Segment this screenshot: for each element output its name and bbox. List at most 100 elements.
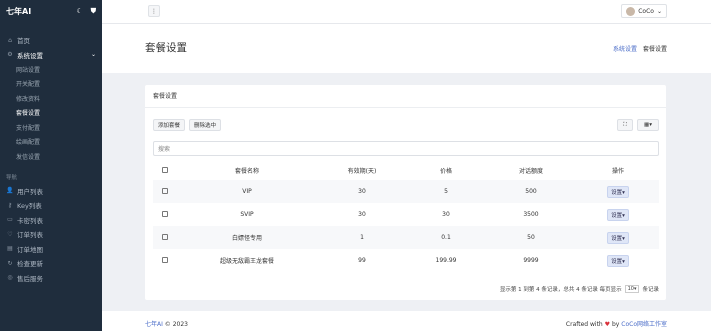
sidebar-item-users[interactable]: 👤 用户列表 — [0, 184, 102, 199]
plan-name: VIP — [242, 188, 252, 195]
row-checkbox[interactable] — [162, 256, 168, 263]
columns-button[interactable]: ▦▾ — [637, 119, 659, 131]
sidebar-item-order-map[interactable]: ▤ 订单地图 — [0, 242, 102, 257]
key-icon: ⚷ — [7, 201, 13, 209]
row-actions: 设置▾ — [577, 226, 659, 249]
sidebar-item-update[interactable]: ↻ 检查更新 — [0, 256, 102, 271]
sidebar-item-cards[interactable]: ▭ 卡密列表 — [0, 213, 102, 228]
settings-dropdown-button[interactable]: 设置▾ — [607, 208, 629, 221]
sidebar-subitem-payment[interactable]: 支付配置 — [0, 120, 102, 135]
footer-credit-prefix: Crafted with — [565, 321, 603, 328]
settings-label: 设置 — [611, 235, 623, 242]
sidebar-section-label: 导航 — [6, 174, 18, 181]
settings-label: 设置 — [611, 212, 623, 219]
sidebar-subitem-switch[interactable]: 开关配置 — [0, 77, 102, 92]
sidebar-item-label: 售后服务 — [17, 274, 43, 283]
avatar — [626, 6, 636, 16]
breadcrumb: 系统设置 套餐设置 — [613, 44, 667, 53]
refresh-icon: ↻ — [7, 259, 13, 267]
column-header: 操作 — [611, 168, 624, 175]
search-input[interactable]: 搜索 — [153, 141, 659, 156]
sidebar-item-system-settings[interactable]: ⚙ 系统设置 ⌄ — [0, 48, 102, 63]
map-icon: ▤ — [7, 245, 13, 253]
table-row: 白嫖怪专用 1 0.1 50 设置▾ — [153, 226, 659, 249]
gear-icon: ⚙ — [7, 51, 13, 59]
heart-icon: ♡ — [7, 230, 13, 238]
chevron-down-icon: ⌄ — [656, 7, 662, 15]
plan-days: 30 — [358, 188, 366, 195]
plan-price: 0.1 — [441, 234, 451, 241]
sidebar-item-label: 订单列表 — [17, 231, 43, 240]
brand-name: 七年AI — [6, 6, 32, 16]
plan-days: 99 — [358, 257, 366, 264]
sidebar-item-orders[interactable]: ♡ 订单列表 — [0, 227, 102, 242]
select-all-checkbox[interactable] — [162, 166, 168, 173]
row-select-cell — [153, 203, 177, 226]
shield-icon[interactable]: ⛊ — [91, 7, 96, 16]
sidebar: 七年AI ☾ ⛊ ⌂ 首页 ⚙ 系统设置 ⌄ 网站设置 开关配置 修改资料 套餐… — [0, 0, 102, 331]
sidebar-item-label: 检查更新 — [17, 260, 43, 269]
column-header[interactable]: 价格 — [407, 161, 485, 180]
sidebar-item-home[interactable]: ⌂ 首页 — [0, 33, 102, 48]
plan-quota: 50 — [527, 234, 535, 241]
pagination-text: 显示第 1 到第 4 条记录，总共 4 条记录 每页显示 — [499, 287, 622, 293]
settings-dropdown-button[interactable]: 设置▾ — [607, 231, 629, 244]
brand: 七年AI ☾ ⛊ — [0, 0, 102, 22]
row-actions: 设置▾ — [577, 180, 659, 203]
footer-credit-suffix: by — [611, 321, 620, 328]
plan-name: 超级无敌霸王龙套餐 — [219, 258, 274, 265]
footer: 七年AI © 2023 Crafted with ♥ by CoCo网络工作室 — [102, 311, 711, 331]
row-actions: 设置▾ — [577, 203, 659, 226]
sidebar-item-support[interactable]: ◎ 售后服务 — [0, 271, 102, 286]
footer-credit: Crafted with ♥ by CoCo网络工作室 — [566, 319, 667, 328]
page-size-select[interactable]: 10▾ — [624, 285, 640, 293]
fullscreen-button[interactable]: ⛶ — [617, 119, 633, 131]
sidebar-item-label: 订单地图 — [17, 245, 43, 254]
row-checkbox[interactable] — [162, 210, 168, 217]
plan-price: 199.99 — [435, 257, 457, 264]
fullscreen-icon: ⛶ — [623, 121, 627, 128]
support-icon: ◎ — [7, 274, 13, 282]
table-row: VIP 30 5 500 设置▾ — [153, 180, 659, 203]
sidebar-subitem-profile[interactable]: 修改资料 — [0, 91, 102, 106]
row-checkbox[interactable] — [162, 187, 168, 194]
user-menu[interactable]: CoCo ⌄ — [621, 4, 667, 18]
add-plan-button[interactable]: 添加套餐 — [153, 119, 185, 131]
sidebar-subitem-plan[interactable]: 套餐设置 — [0, 106, 102, 121]
select-all-cell — [153, 161, 177, 180]
column-header[interactable]: 对话额度 — [485, 161, 577, 180]
plan-price: 5 — [444, 188, 448, 195]
column-header[interactable]: 有效期(天) — [317, 161, 407, 180]
page-title: 套餐设置 — [145, 42, 187, 54]
page-header: 套餐设置 系统设置 套餐设置 — [102, 24, 711, 73]
sidebar-item-label: 用户列表 — [17, 187, 43, 196]
plan-name: 白嫖怪专用 — [231, 235, 262, 242]
settings-label: 设置 — [611, 258, 623, 265]
row-actions: 设置▾ — [577, 249, 659, 272]
sidebar-item-label: Key列表 — [17, 202, 42, 211]
settings-dropdown-button[interactable]: 设置▾ — [607, 185, 629, 198]
footer-copyright: 七年AI © 2023 — [145, 319, 188, 328]
plan-days: 30 — [358, 211, 366, 218]
plan-table: 套餐名称 有效期(天) 价格 对话额度 操作 VIP 30 5 500 设置▾ … — [153, 161, 659, 272]
plan-quota: 3500 — [523, 211, 539, 218]
delete-selected-button[interactable]: 删除选中 — [189, 119, 221, 131]
plan-days: 1 — [360, 234, 364, 241]
sidebar-subitem-site[interactable]: 网站设置 — [0, 62, 102, 77]
sidebar-subitem-drawing[interactable]: 绘画配置 — [0, 135, 102, 150]
column-header[interactable]: 套餐名称 — [177, 161, 317, 180]
row-select-cell — [153, 226, 177, 249]
row-checkbox[interactable] — [162, 233, 168, 240]
menu-toggle-button[interactable]: ⋮ — [148, 5, 160, 17]
moon-icon[interactable]: ☾ — [76, 7, 82, 16]
sidebar-item-label: 卡密列表 — [17, 216, 43, 225]
sidebar-item-keys[interactable]: ⚷ Key列表 — [0, 198, 102, 213]
footer-brand[interactable]: 七年AI — [145, 321, 163, 328]
topbar: ⋮ CoCo ⌄ — [102, 0, 711, 24]
table-row: 超级无敌霸王龙套餐 99 199.99 9999 设置▾ — [153, 249, 659, 272]
page-size-value: 10 — [627, 286, 634, 292]
settings-dropdown-button[interactable]: 设置▾ — [607, 254, 629, 267]
sidebar-subitem-mail[interactable]: 发信设置 — [0, 149, 102, 164]
breadcrumb-parent[interactable]: 系统设置 — [613, 44, 637, 53]
footer-credit-link[interactable]: CoCo网络工作室 — [621, 321, 667, 328]
